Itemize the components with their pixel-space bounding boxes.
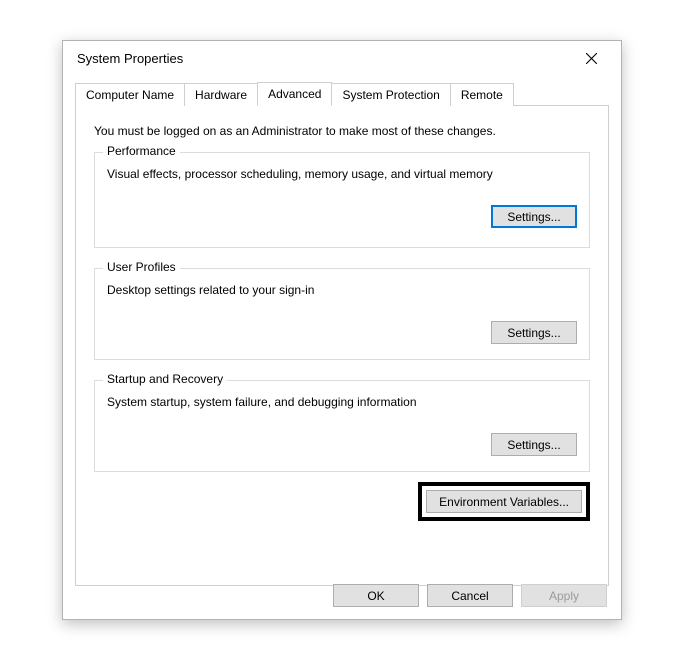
cancel-button[interactable]: Cancel xyxy=(427,584,513,607)
environment-variables-highlight: Environment Variables... xyxy=(418,482,590,521)
window-title: System Properties xyxy=(77,51,183,66)
tab-system-protection[interactable]: System Protection xyxy=(331,83,450,106)
user-profiles-button-row: Settings... xyxy=(107,321,577,344)
admin-intro-text: You must be logged on as an Administrato… xyxy=(94,124,590,138)
dialog-button-row: OK Cancel Apply xyxy=(333,584,607,607)
startup-recovery-description: System startup, system failure, and debu… xyxy=(107,395,577,409)
apply-button[interactable]: Apply xyxy=(521,584,607,607)
user-profiles-group: User Profiles Desktop settings related t… xyxy=(94,268,590,360)
tabstrip: Computer Name Hardware Advanced System P… xyxy=(75,81,609,106)
ok-button[interactable]: OK xyxy=(333,584,419,607)
system-properties-dialog: System Properties Computer Name Hardware… xyxy=(62,40,622,620)
environment-variables-button[interactable]: Environment Variables... xyxy=(426,490,582,513)
user-profiles-description: Desktop settings related to your sign-in xyxy=(107,283,577,297)
titlebar: System Properties xyxy=(63,41,621,75)
startup-recovery-settings-button[interactable]: Settings... xyxy=(491,433,577,456)
tab-computer-name[interactable]: Computer Name xyxy=(75,83,185,106)
user-profiles-settings-button[interactable]: Settings... xyxy=(491,321,577,344)
performance-legend: Performance xyxy=(103,144,180,158)
performance-settings-button[interactable]: Settings... xyxy=(491,205,577,228)
close-icon xyxy=(586,53,597,64)
environment-variables-row: Environment Variables... xyxy=(94,482,590,521)
advanced-tab-panel: You must be logged on as an Administrato… xyxy=(75,106,609,586)
tab-remote[interactable]: Remote xyxy=(450,83,514,106)
performance-description: Visual effects, processor scheduling, me… xyxy=(107,167,577,181)
startup-recovery-group: Startup and Recovery System startup, sys… xyxy=(94,380,590,472)
startup-recovery-legend: Startup and Recovery xyxy=(103,372,227,386)
performance-button-row: Settings... xyxy=(107,205,577,228)
tab-advanced[interactable]: Advanced xyxy=(257,82,332,106)
user-profiles-legend: User Profiles xyxy=(103,260,180,274)
tab-hardware[interactable]: Hardware xyxy=(184,83,258,106)
close-button[interactable] xyxy=(571,44,611,72)
startup-recovery-button-row: Settings... xyxy=(107,433,577,456)
performance-group: Performance Visual effects, processor sc… xyxy=(94,152,590,248)
